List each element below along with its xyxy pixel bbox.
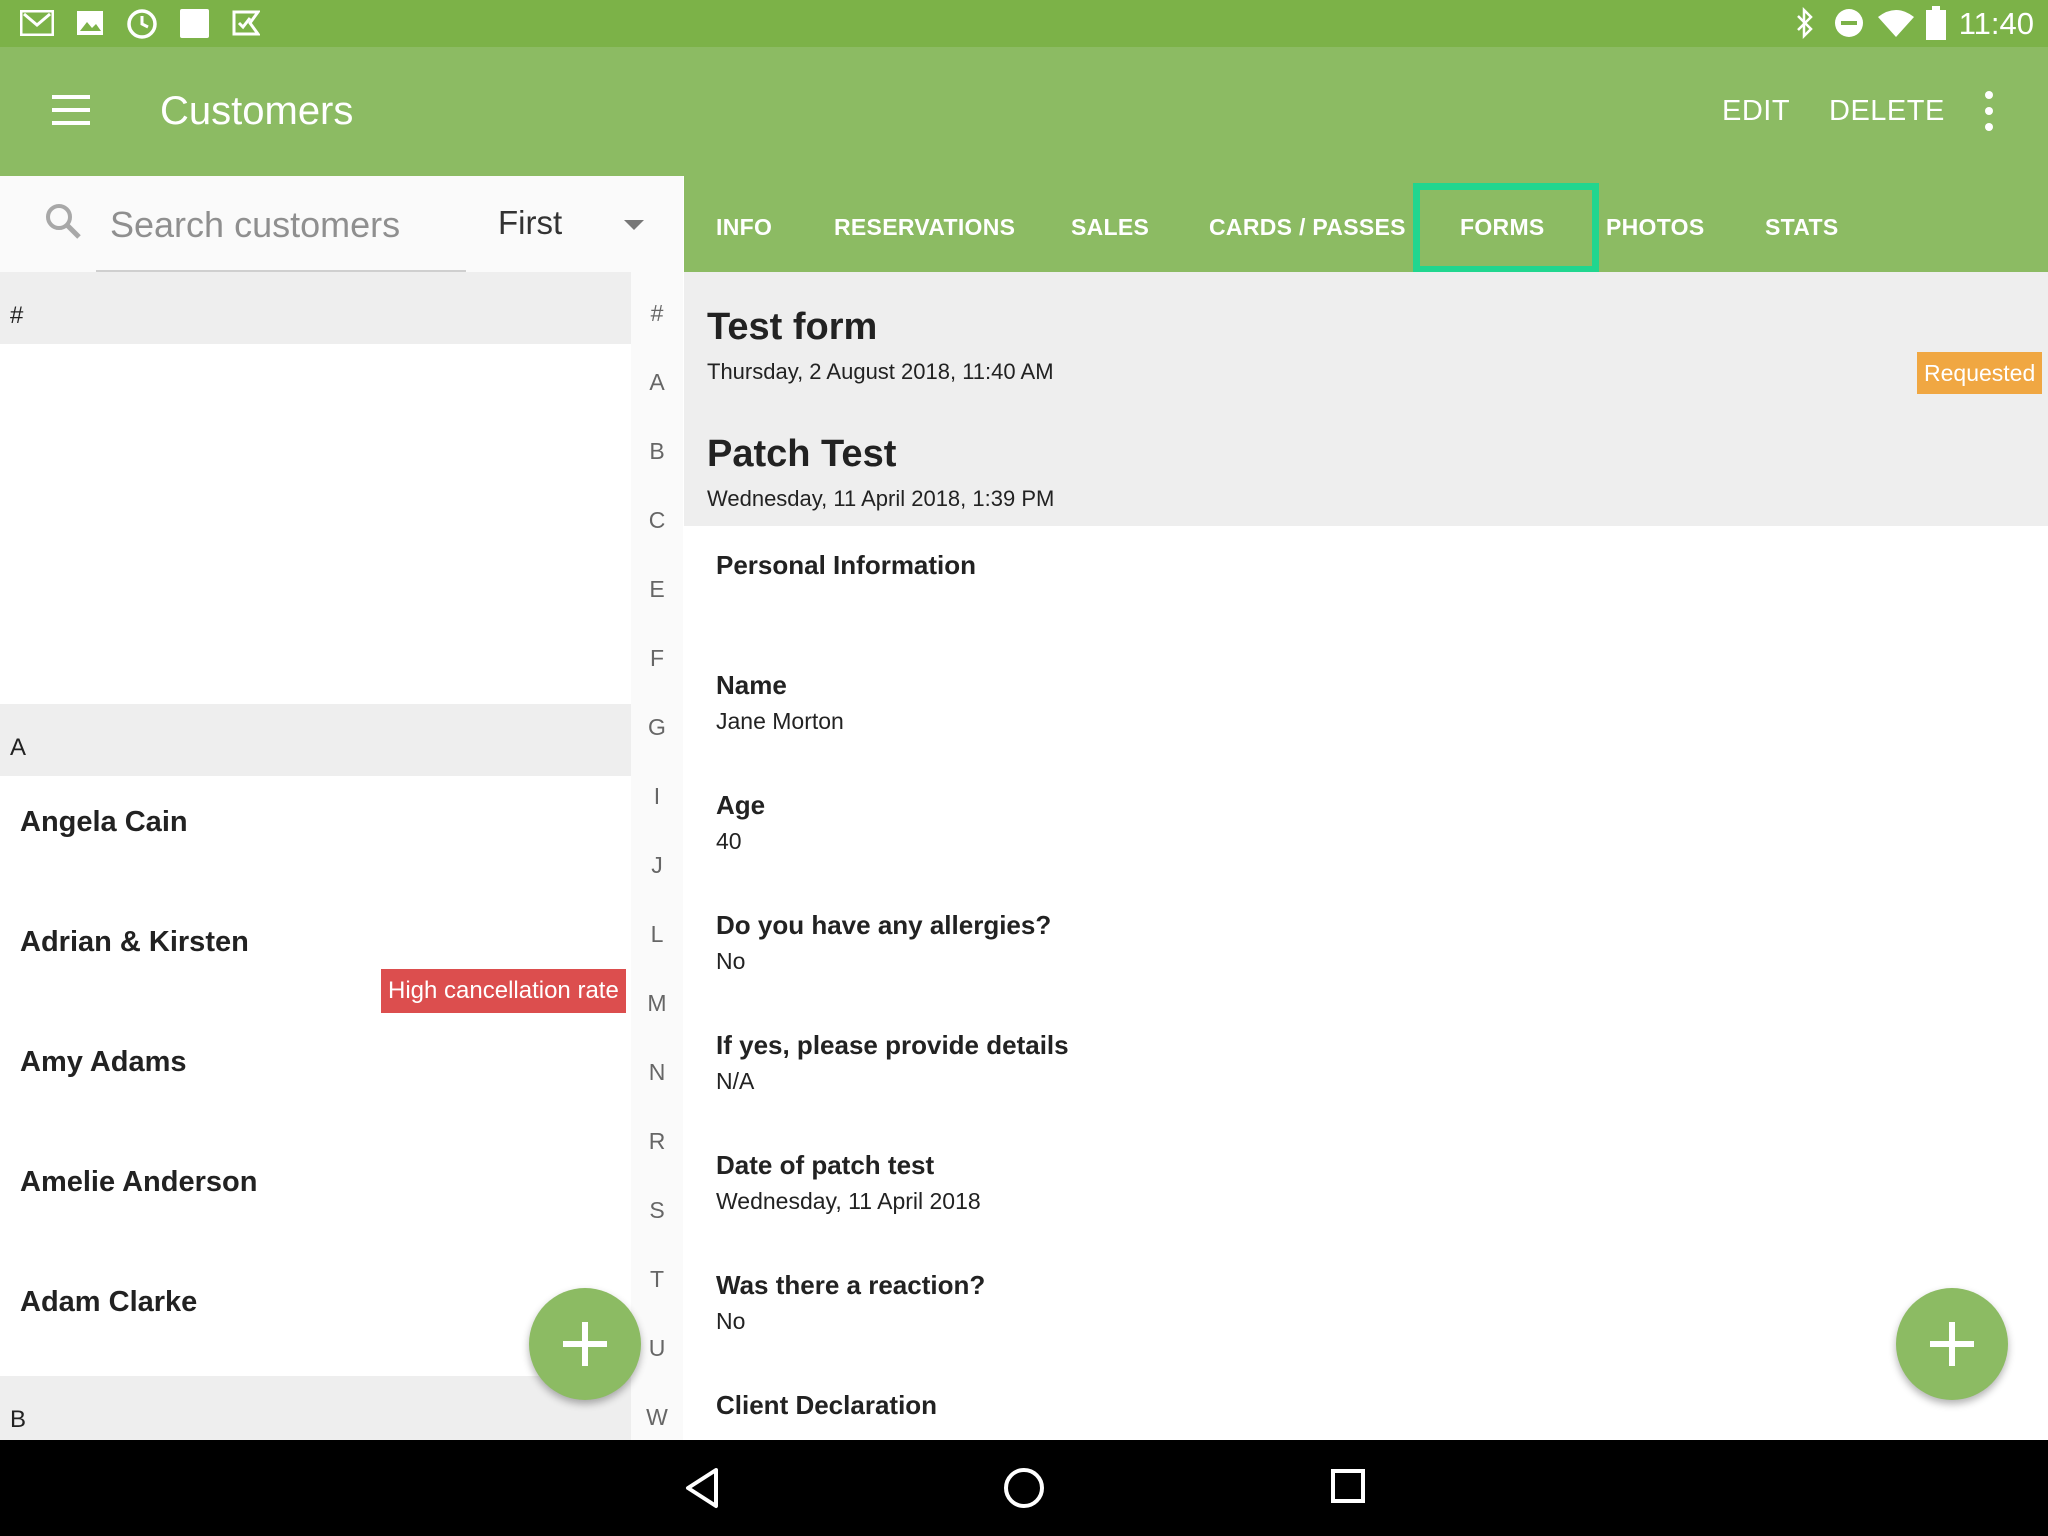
menu-icon[interactable] <box>44 91 100 131</box>
status-bar: 11:40 <box>0 0 2048 47</box>
field-label: Do you have any allergies? <box>716 910 1052 940</box>
section-header: A <box>0 704 631 776</box>
battery-icon <box>1926 6 1946 40</box>
alphabet-index-letter[interactable]: W <box>631 1404 683 1431</box>
tab-sales[interactable]: SALES <box>1071 214 1149 241</box>
search-input[interactable] <box>110 202 450 248</box>
alphabet-index-letter[interactable]: G <box>631 714 683 741</box>
alphabet-index-letter[interactable]: C <box>631 507 683 534</box>
sort-dropdown[interactable]: First <box>498 204 562 242</box>
home-icon[interactable] <box>1002 1466 1046 1510</box>
form-card[interactable]: Patch Test Wednesday, 11 April 2018, 1:3… <box>684 399 2048 526</box>
list-item[interactable]: Angela Cain <box>0 776 631 896</box>
form-title: Test form <box>707 306 878 348</box>
alphabet-index-letter[interactable]: B <box>631 438 683 465</box>
add-form-button[interactable] <box>1896 1288 2008 1400</box>
back-icon[interactable] <box>682 1466 722 1510</box>
tab-cards-passes[interactable]: CARDS / PASSES <box>1209 214 1406 241</box>
customer-name: Amy Adams <box>20 1046 187 1078</box>
status-time: 11:40 <box>1958 6 2034 41</box>
field-label: Date of patch test <box>716 1150 935 1180</box>
alphabet-index-letter[interactable]: S <box>631 1197 683 1224</box>
alphabet-index-letter[interactable]: M <box>631 990 683 1017</box>
field-label: Was there a reaction? <box>716 1270 986 1300</box>
bluetooth-icon <box>1797 7 1813 39</box>
customer-name: Adrian & Kirsten <box>20 926 249 958</box>
alphabet-index-letter[interactable]: # <box>631 300 683 327</box>
field-value: Jane Morton <box>716 708 844 734</box>
do-not-disturb-icon <box>1835 9 1863 37</box>
field-label: If yes, please provide details <box>716 1030 1069 1060</box>
tab-bar: INFO RESERVATIONS SALES CARDS / PASSES F… <box>684 176 2048 272</box>
customer-list: # A Angela Cain Adrian & Kirsten Amy Ada… <box>0 272 631 1440</box>
status-badge: High cancellation rate <box>381 969 626 1013</box>
navigation-bar <box>0 1440 2048 1536</box>
more-options-icon[interactable] <box>1976 89 2000 133</box>
alphabet-index-letter[interactable]: R <box>631 1128 683 1155</box>
wifi-icon <box>1878 10 1914 37</box>
alphabet-index-letter[interactable]: J <box>631 852 683 879</box>
list-item[interactable]: Amy Adams <box>0 1016 631 1136</box>
tab-reservations[interactable]: RESERVATIONS <box>834 214 1015 241</box>
delete-button[interactable]: DELETE <box>1829 95 1945 128</box>
chevron-down-icon[interactable] <box>624 220 644 230</box>
alphabet-index-letter[interactable]: A <box>631 369 683 396</box>
field-value: 40 <box>716 828 742 854</box>
form-card[interactable]: Test form Thursday, 2 August 2018, 11:40… <box>684 272 2048 399</box>
alphabet-index-letter[interactable]: F <box>631 645 683 672</box>
search-bar: First <box>0 176 683 272</box>
field-value: N/A <box>716 1068 755 1094</box>
forms-tab-highlight <box>1413 183 1599 273</box>
clock-icon <box>127 9 157 39</box>
search-icon <box>46 204 81 239</box>
forms-content: Test form Thursday, 2 August 2018, 11:40… <box>684 272 2048 1440</box>
form-title: Patch Test <box>707 433 897 475</box>
app-bar: Customers EDIT DELETE <box>0 47 2048 176</box>
alphabet-index-letter[interactable]: L <box>631 921 683 948</box>
form-date: Wednesday, 11 April 2018, 1:39 PM <box>707 486 1055 511</box>
field-label: Name <box>716 670 787 700</box>
edit-button[interactable]: EDIT <box>1722 95 1790 128</box>
tab-photos[interactable]: PHOTOS <box>1606 214 1705 241</box>
form-section-title: Personal Information <box>716 550 977 580</box>
alphabet-index-letter[interactable]: I <box>631 783 683 810</box>
customer-list-pane: First # A Angela Cain Adrian & Kirsten A… <box>0 176 683 1440</box>
section-header: B <box>0 1376 631 1440</box>
list-item[interactable]: Amelie Anderson <box>0 1136 631 1256</box>
tab-stats[interactable]: STATS <box>1765 214 1838 241</box>
status-badge: Requested <box>1917 352 2043 394</box>
field-label: Age <box>716 790 766 820</box>
customer-name: Adam Clarke <box>20 1286 198 1318</box>
alphabet-index-letter[interactable]: T <box>631 1266 683 1293</box>
recents-icon[interactable] <box>1330 1468 1366 1504</box>
tab-info[interactable]: INFO <box>716 214 772 241</box>
customer-name: Angela Cain <box>20 806 188 838</box>
add-customer-button[interactable] <box>529 1288 641 1400</box>
tasks-icon <box>232 10 260 36</box>
form-date: Thursday, 2 August 2018, 11:40 AM <box>707 359 1054 384</box>
alphabet-index-letter[interactable]: E <box>631 576 683 603</box>
customer-name: Amelie Anderson <box>20 1166 258 1198</box>
form-section-title: Client Declaration <box>716 1390 938 1420</box>
section-header: # <box>0 272 631 344</box>
alphabet-index-letter[interactable]: N <box>631 1059 683 1086</box>
field-value: No <box>716 948 746 974</box>
square-icon <box>180 9 209 38</box>
photos-icon <box>77 11 103 35</box>
field-value: Wednesday, 11 April 2018 <box>716 1188 981 1214</box>
alphabet-index[interactable]: # A B C E F G I J L M N R S T U W <box>631 272 683 1440</box>
page-title: Customers <box>160 89 354 133</box>
gmail-icon <box>20 10 54 36</box>
field-value: No <box>716 1308 746 1334</box>
